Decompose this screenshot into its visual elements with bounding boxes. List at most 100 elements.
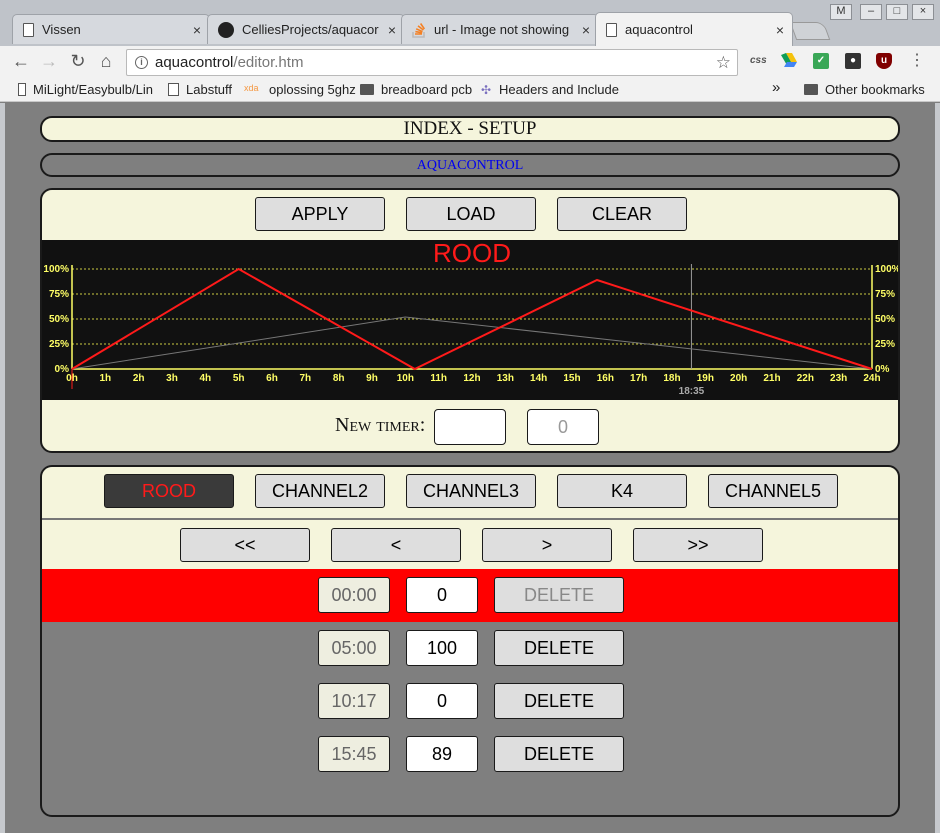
tab-channel-rood[interactable]: ROOD [104, 474, 234, 508]
new-timer-time-input[interactable] [434, 409, 506, 445]
next-timer-button[interactable]: > [482, 528, 612, 562]
home-icon[interactable]: ⌂ [95, 50, 117, 72]
new-tab-button[interactable] [789, 22, 831, 40]
other-bookmarks[interactable]: Other bookmarks [804, 82, 925, 97]
address-bar[interactable]: i aquacontrol/editor.htm ☆ [126, 49, 738, 76]
browser-tab-aquacontrol[interactable]: aquacontrol × [595, 12, 793, 46]
x-tick-label: 15h [563, 373, 580, 384]
tab-channel2[interactable]: CHANNEL2 [255, 474, 385, 508]
reload-icon[interactable]: ↻ [67, 50, 89, 72]
close-icon[interactable]: × [388, 22, 396, 38]
bookmark-item[interactable]: xda oplossing 5ghz [244, 82, 356, 97]
x-tick-label: 18h [663, 373, 680, 384]
x-tick-label: 9h [366, 373, 378, 384]
bookmark-label: Labstuff [186, 82, 233, 97]
x-tick-label: 24h [863, 373, 880, 384]
browser-toolbar: ← → ↻ ⌂ i aquacontrol/editor.htm ☆ css ✓… [0, 46, 940, 78]
first-timer-button[interactable]: << [180, 528, 310, 562]
channel-tabs: ROOD CHANNEL2 CHANNEL3 K4 CHANNEL5 [42, 467, 898, 520]
x-tick-label: 7h [299, 373, 311, 384]
close-icon[interactable]: × [193, 22, 201, 38]
timer-value-input[interactable]: 89 [406, 736, 478, 772]
chart-canvas: ROOD0% 0%25% 25%50% 50%75% 75%100% 100%0h 1h 2h… [43, 240, 898, 397]
delete-timer-button[interactable]: DELETE [494, 577, 624, 613]
y-tick-label-left: 25% [49, 339, 69, 350]
aquacontrol-link[interactable]: AQUACONTROL [40, 153, 900, 177]
x-tick-label: 20h [730, 373, 747, 384]
browser-tab-github[interactable]: CelliesProjects/aquacor × [207, 14, 405, 44]
x-tick-label: 17h [630, 373, 647, 384]
bookmark-label: breadboard pcb [381, 82, 473, 97]
timer-value-input[interactable]: 0 [406, 683, 478, 719]
page-icon [168, 83, 179, 96]
timer-navigation: << < > >> [42, 520, 898, 569]
new-timer-value-input[interactable]: 0 [527, 409, 599, 445]
bookmark-item[interactable]: MiLight/Easybulb/Lin [18, 82, 153, 97]
load-button[interactable]: LOAD [406, 197, 536, 231]
xda-icon: xda [244, 83, 259, 93]
apply-button[interactable]: APPLY [255, 197, 385, 231]
tab-channel5[interactable]: CHANNEL5 [708, 474, 838, 508]
new-timer-label: New timer: [335, 414, 426, 436]
y-tick-label-right: 75% [875, 289, 895, 300]
timer-value-input[interactable]: 0 [406, 577, 478, 613]
x-tick-label: 4h [199, 373, 211, 384]
bookmark-item[interactable]: Labstuff [168, 82, 232, 97]
back-icon[interactable]: ← [10, 50, 32, 72]
bookmark-item[interactable]: breadboard pcb [360, 82, 472, 97]
minimize-icon[interactable]: – [860, 4, 882, 20]
forward-icon[interactable]: → [38, 50, 60, 72]
timer-row[interactable]: 15:45 89 DELETE [42, 728, 898, 781]
bookmark-label: Headers and Include [499, 82, 619, 97]
tab-channel3[interactable]: CHANNEL3 [406, 474, 536, 508]
ublock-icon[interactable]: u [876, 53, 892, 69]
clear-button[interactable]: CLEAR [557, 197, 687, 231]
channel-chart[interactable]: ROOD 0% 0% 25% 25% 50% 50% 75% 75% 100% 100% 0h 1h 2h… [42, 240, 898, 400]
tab-k4[interactable]: K4 [557, 474, 687, 508]
stackoverflow-icon [412, 22, 426, 38]
delete-timer-button[interactable]: DELETE [494, 736, 624, 772]
close-icon[interactable]: × [776, 22, 784, 38]
editor-panel: APPLY LOAD CLEAR ROOD 0% 0% 25% 25% 50% 50% 75%… [40, 188, 900, 453]
document-icon [606, 22, 617, 37]
checkmark-extension-icon[interactable]: ✓ [813, 53, 829, 69]
google-drive-icon[interactable] [781, 53, 797, 69]
tab-title: url - Image not showing [434, 22, 570, 37]
url-host: aquacontrol [155, 54, 234, 71]
delete-timer-button[interactable]: DELETE [494, 683, 624, 719]
tab-title: aquacontrol [625, 22, 693, 37]
timer-row[interactable]: 00:00 0 DELETE [42, 569, 898, 622]
timer-row[interactable]: 10:17 0 DELETE [42, 675, 898, 728]
x-tick-label: 5h [233, 373, 245, 384]
y-tick-label-left: 75% [49, 289, 69, 300]
star-icon[interactable]: ☆ [716, 50, 731, 75]
y-tick-label-right: 50% [875, 314, 895, 325]
window-frame-right [935, 103, 940, 833]
incognito-extension-icon[interactable]: ● [845, 53, 861, 69]
timer-time: 15:45 [318, 736, 390, 772]
bookmark-label: Other bookmarks [825, 82, 925, 97]
delete-timer-button[interactable]: DELETE [494, 630, 624, 666]
close-icon[interactable]: × [582, 22, 590, 38]
folder-icon [804, 84, 818, 95]
browser-tab-stackoverflow[interactable]: url - Image not showing × [401, 14, 599, 44]
last-timer-button[interactable]: >> [633, 528, 763, 562]
timer-row[interactable]: 05:00 100 DELETE [42, 622, 898, 675]
y-tick-label-left: 100% [43, 264, 69, 275]
bookmark-item[interactable]: ✣ Headers and Include [481, 82, 619, 97]
page-content: INDEX - SETUP AQUACONTROL APPLY LOAD CLE… [5, 103, 935, 833]
document-icon [23, 22, 34, 37]
chart-title: ROOD [433, 240, 511, 268]
css-extension-icon[interactable]: css [750, 53, 767, 69]
previous-timer-button[interactable]: < [331, 528, 461, 562]
browser-tab-strip: Vissen × CelliesProjects/aquacor × url -… [0, 0, 940, 46]
window-close-icon[interactable]: × [912, 4, 934, 20]
menu-icon[interactable]: ⋮ [906, 50, 928, 72]
maximize-icon[interactable]: □ [886, 4, 908, 20]
info-icon[interactable]: i [135, 56, 148, 69]
browser-tab-vissen[interactable]: Vissen × [12, 14, 210, 44]
timer-value-input[interactable]: 100 [406, 630, 478, 666]
bookmarks-overflow-button[interactable]: » [772, 79, 780, 96]
profile-badge[interactable]: M [830, 4, 852, 20]
x-tick-label: 6h [266, 373, 278, 384]
